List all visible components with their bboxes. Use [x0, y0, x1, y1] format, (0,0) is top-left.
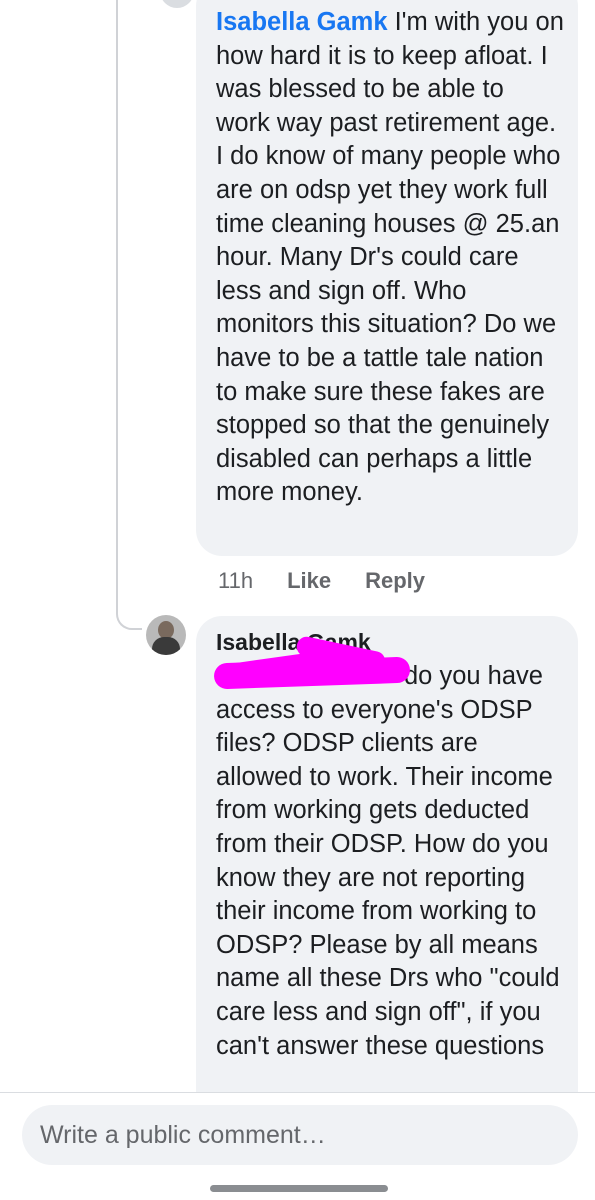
comment-body-2: do you have access to everyone's ODSP fi… — [216, 660, 564, 1063]
thread-connector — [116, 596, 142, 630]
thread-line — [116, 0, 118, 612]
like-button[interactable]: Like — [287, 568, 331, 594]
comment-text-1: I'm with you on how hard it is to keep a… — [216, 8, 564, 507]
comment-bubble-1: Isabella Gamk I'm with you on how hard i… — [196, 0, 578, 556]
home-indicator[interactable] — [210, 1185, 388, 1192]
avatar-body — [152, 637, 180, 655]
composer-placeholder: Write a public comment… — [40, 1120, 326, 1149]
avatar[interactable] — [146, 615, 186, 655]
comment-composer-bar: Write a public comment… — [0, 1092, 595, 1200]
comment-body-1: Isabella Gamk I'm with you on how hard i… — [216, 6, 564, 510]
comment-timestamp[interactable]: 11h — [218, 568, 253, 594]
public-comment-input[interactable]: Write a public comment… — [22, 1105, 578, 1165]
avatar-previous-comment[interactable] — [160, 0, 194, 8]
reply-button[interactable]: Reply — [365, 568, 425, 594]
redaction-scribble — [206, 634, 412, 690]
comment-actions-1: 11h Like Reply — [218, 566, 425, 596]
comment-text-2: do you have access to everyone's ODSP fi… — [216, 662, 560, 1060]
comment-bubble-2: Isabella Gamk do you have access to ever… — [196, 616, 578, 1136]
comment-author-link-1[interactable]: Isabella Gamk — [216, 8, 388, 36]
